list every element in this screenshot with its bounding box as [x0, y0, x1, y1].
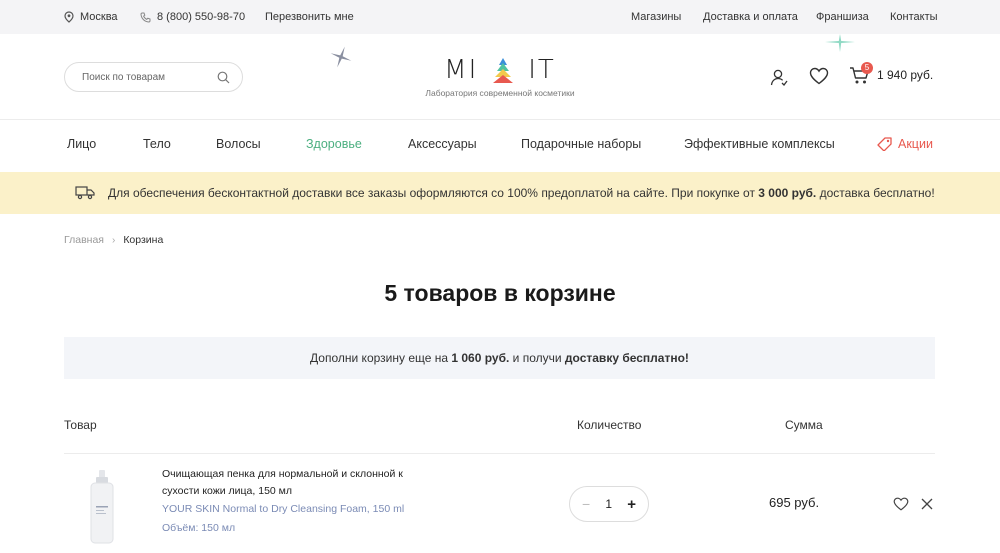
- quantity-stepper: − 1 +: [569, 486, 649, 522]
- banner-text: Для обеспечения бесконтактной доставки в…: [108, 186, 935, 200]
- logo-text-left: MI: [444, 55, 479, 85]
- nav-item-accessories[interactable]: Аксессуары: [408, 137, 477, 151]
- qty-decrease-button[interactable]: −: [582, 496, 590, 512]
- phone-link[interactable]: 8 (800) 550-98-70: [140, 11, 245, 23]
- delivery-label: Доставка и оплата: [703, 11, 798, 23]
- stores-label: Магазины: [631, 11, 682, 23]
- delivery-banner: Для обеспечения бесконтактной доставки в…: [0, 172, 1000, 214]
- promo-label: Акции: [898, 137, 933, 151]
- nav-item-face[interactable]: Лицо: [67, 137, 96, 151]
- notice-amount: 1 060 руб.: [451, 351, 510, 365]
- nav-item-complexes[interactable]: Эффективные комплексы: [684, 137, 835, 151]
- favorites-heart-icon[interactable]: [809, 67, 829, 85]
- cart-total: 1 940 руб.: [877, 68, 934, 82]
- top-bar: Москва 8 (800) 550-98-70 Перезвонить мне…: [0, 0, 1000, 34]
- nav-item-gift-sets[interactable]: Подарочные наборы: [521, 137, 641, 151]
- truck-icon: [75, 186, 95, 200]
- divider: [64, 453, 935, 454]
- product-volume: Объём: 150 мл: [162, 522, 236, 534]
- nav-item-promo[interactable]: Акции: [877, 137, 933, 151]
- notice-text: и получи: [509, 351, 565, 365]
- franchise-label: Франшиза: [816, 11, 869, 23]
- phone-number: 8 (800) 550-98-70: [157, 11, 246, 23]
- callback-link[interactable]: Перезвонить мне: [265, 11, 354, 23]
- qty-value[interactable]: 1: [605, 497, 612, 511]
- city-label: Москва: [80, 11, 118, 23]
- franchise-link[interactable]: Франшиза: [816, 11, 869, 23]
- breadcrumb: Главная › Корзина: [64, 234, 163, 246]
- cart-item-row: Очищающая пенка для нормальной и склонно…: [0, 460, 1000, 553]
- user-icon[interactable]: [770, 68, 788, 86]
- qty-increase-button[interactable]: +: [627, 496, 636, 513]
- sparkle-decoration-icon: [825, 34, 855, 52]
- site-header: Поиск по товарам MI IT Лаборатория совре…: [0, 34, 1000, 120]
- nav-item-hair[interactable]: Волосы: [216, 137, 261, 151]
- breadcrumb-home[interactable]: Главная: [64, 234, 104, 246]
- logo-text-right: IT: [528, 55, 556, 85]
- notice-bold: доставку бесплатно!: [564, 351, 689, 365]
- callback-label: Перезвонить мне: [265, 11, 354, 23]
- col-header-sum: Сумма: [785, 418, 823, 432]
- sparkle-decoration-icon: [330, 46, 352, 68]
- contacts-label: Контакты: [890, 11, 938, 23]
- banner-text-part: доставка бесплатно!: [816, 186, 935, 200]
- col-header-product: Товар: [64, 418, 97, 432]
- city-selector[interactable]: Москва: [64, 11, 118, 23]
- product-image[interactable]: [87, 468, 117, 544]
- notice-text: Дополни корзину еще на: [310, 351, 452, 365]
- page-title: 5 товаров в корзине: [384, 280, 616, 306]
- stores-link[interactable]: Магазины: [631, 11, 681, 23]
- search-icon[interactable]: [217, 71, 230, 84]
- nav-item-body[interactable]: Тело: [143, 137, 171, 151]
- promo-tag-icon: [877, 137, 892, 151]
- search-placeholder: Поиск по товарам: [82, 71, 166, 83]
- cart-count-badge: 5: [861, 62, 873, 74]
- nav-item-health[interactable]: Здоровье: [306, 137, 362, 151]
- banner-text-part: Для обеспечения бесконтактной доставки в…: [108, 186, 759, 200]
- product-name[interactable]: Очищающая пенка для нормальной и склонно…: [162, 466, 412, 500]
- add-to-favorites-heart-icon[interactable]: [893, 497, 909, 511]
- free-delivery-notice: Дополни корзину еще на 1 060 руб. и полу…: [64, 337, 935, 379]
- breadcrumb-chevron-icon: ›: [111, 234, 116, 246]
- logo-tree-icon: [493, 58, 514, 83]
- delivery-link[interactable]: Доставка и оплата: [703, 11, 798, 23]
- banner-amount: 3 000 руб.: [758, 186, 817, 200]
- breadcrumb-current: Корзина: [123, 234, 164, 246]
- product-name-en: YOUR SKIN Normal to Dry Cleansing Foam, …: [162, 503, 405, 515]
- search-input[interactable]: Поиск по товарам: [64, 62, 243, 92]
- category-nav: Лицо Тело Волосы Здоровье Аксессуары Под…: [0, 120, 1000, 172]
- col-header-quantity: Количество: [577, 418, 642, 432]
- contacts-link[interactable]: Контакты: [890, 11, 938, 23]
- remove-item-close-icon[interactable]: [921, 498, 933, 510]
- cart-button[interactable]: 5 1 940 руб.: [849, 62, 934, 86]
- logo-tagline: Лаборатория современной косметики: [425, 88, 575, 98]
- location-pin-icon: [64, 11, 74, 23]
- phone-icon: [140, 12, 151, 23]
- item-sum: 695 руб.: [769, 495, 820, 510]
- site-logo[interactable]: MI IT Лаборатория современной косметики: [420, 54, 580, 104]
